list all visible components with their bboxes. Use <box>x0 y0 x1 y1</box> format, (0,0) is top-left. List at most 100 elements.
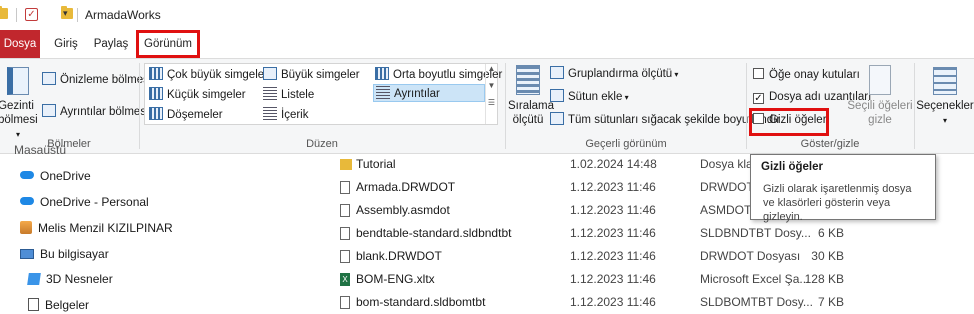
add-column-button[interactable]: Sütun ekle ▾ <box>550 88 629 106</box>
file-date: 1.12.2023 11:46 <box>570 272 656 286</box>
cloud-icon <box>20 171 34 179</box>
nav-item-3d-objects[interactable]: 3D Nesneler <box>27 268 113 290</box>
file-date: 1.12.2023 11:46 <box>570 180 656 194</box>
ribbon: Gezinti bölmesi ▾ Önizleme bölmesi Ayrın… <box>0 58 974 154</box>
extra-large-icons-label: Çok büyük simgeler <box>167 69 268 81</box>
preview-pane-label: Önizleme bölmesi <box>60 74 152 86</box>
window-title: ArmadaWorks <box>85 8 161 22</box>
file-row[interactable]: bendtable-standard.sldbndtbt 1.12.2023 1… <box>336 222 974 245</box>
file-date: 1.02.2024 14:48 <box>570 157 657 171</box>
file-size: 7 KB <box>817 295 844 309</box>
file-date: 1.12.2023 11:46 <box>570 249 656 263</box>
file-row[interactable]: X BOM-ENG.xltx 1.12.2023 11:46 Microsoft… <box>336 268 974 291</box>
computer-icon <box>20 249 34 259</box>
folder-icon <box>340 159 352 170</box>
nav-item-desktop[interactable]: Masaüstü <box>14 144 66 158</box>
tiles-label: Döşemeler <box>167 109 223 121</box>
file-date: 1.12.2023 11:46 <box>570 226 656 240</box>
group-by-button[interactable]: Gruplandırma ölçütü ▾ <box>550 65 678 83</box>
group-separator <box>914 63 915 149</box>
panes-group: Gezinti bölmesi ▾ Önizleme bölmesi Ayrın… <box>0 59 151 153</box>
tiles-option[interactable]: Döşemeler <box>149 106 223 124</box>
properties-icon[interactable]: ✓ <box>25 8 38 21</box>
file-icon <box>340 204 350 217</box>
file-icon <box>340 227 350 240</box>
content-option[interactable]: İçerik <box>263 106 308 124</box>
nav-item-onedrive[interactable]: OneDrive <box>20 165 91 187</box>
scroll-down-icon[interactable]: ▼ <box>486 81 497 90</box>
file-name: bendtable-standard.sldbndtbt <box>356 226 512 240</box>
tab-view[interactable]: Görünüm <box>136 30 200 58</box>
chevron-down-icon: ▾ <box>942 116 947 125</box>
3d-objects-icon <box>27 273 41 285</box>
hide-selected-button[interactable]: Seçili öğeleri gizle <box>847 65 913 127</box>
tab-share[interactable]: Paylaş <box>90 30 132 58</box>
ribbon-tabs: Dosya Giriş Paylaş Görünüm <box>0 30 974 58</box>
file-size: 6 KB <box>817 226 844 240</box>
expand-gallery-icon[interactable]: ☰ <box>486 98 497 107</box>
file-icon <box>340 181 350 194</box>
folder-icon <box>0 6 8 19</box>
hide-selected-icon <box>869 65 891 95</box>
nav-item-user[interactable]: Melis Menzil KIZILPINAR <box>20 217 173 239</box>
sort-by-label: Sıralama ölçütü <box>508 100 555 126</box>
fit-columns-icon <box>550 112 564 125</box>
file-size: 30 KB <box>811 249 844 263</box>
documents-icon <box>28 298 39 311</box>
nav-item-this-pc[interactable]: Bu bilgisayar <box>20 243 109 265</box>
file-date: 1.12.2023 11:46 <box>570 203 656 217</box>
large-icons-option[interactable]: Büyük simgeler <box>263 66 360 84</box>
file-name: Armada.DRWDOT <box>356 180 456 194</box>
details-pane-button[interactable]: Ayrıntılar bölmesi <box>42 103 149 121</box>
sort-by-button[interactable]: Sıralama ölçütü <box>508 65 555 127</box>
hide-selected-label: Seçili öğeleri gizle <box>847 100 913 126</box>
file-row[interactable]: bom-standard.sldbomtbt 1.12.2023 11:46 S… <box>336 291 974 314</box>
medium-icons-option[interactable]: Orta boyutlu simgeler <box>375 66 502 84</box>
current-view-group-label: Geçerli görünüm <box>585 138 667 150</box>
group-by-label: Gruplandırma ölçütü <box>568 68 673 80</box>
quick-access-dropdown-icon[interactable]: ▾ <box>63 8 68 19</box>
separator <box>16 8 17 22</box>
small-icons-label: Küçük simgeler <box>167 89 246 101</box>
options-button[interactable]: Seçenekler ▾ <box>916 67 974 128</box>
options-icon <box>933 67 957 95</box>
nav-item-label: OneDrive <box>40 169 91 183</box>
user-folder-icon <box>20 221 32 234</box>
content-icon <box>263 107 277 120</box>
details-pane-icon <box>42 104 56 117</box>
gallery-scroll[interactable]: ▲ ▼ ☰ <box>485 64 497 124</box>
separator <box>77 8 78 22</box>
large-icons-label: Büyük simgeler <box>281 69 360 81</box>
tiles-icon <box>149 107 163 120</box>
nav-item-documents[interactable]: Belgeler <box>28 294 89 314</box>
options-label: Seçenekler <box>916 100 974 112</box>
add-column-icon <box>550 89 564 102</box>
details-view-option[interactable]: Ayrıntılar <box>373 84 485 102</box>
layout-gallery: Çok büyük simgeler Büyük simgeler Orta b… <box>144 63 502 125</box>
list-option[interactable]: Listele <box>263 86 314 104</box>
nav-item-label: Masaüstü <box>14 144 67 157</box>
small-icons-option[interactable]: Küçük simgeler <box>149 86 246 104</box>
nav-item-onedrive-personal[interactable]: OneDrive - Personal <box>20 191 149 213</box>
navigation-pane-button[interactable]: Gezinti bölmesi ▾ <box>0 67 38 142</box>
tab-home[interactable]: Giriş <box>46 30 86 58</box>
chevron-down-icon: ▾ <box>672 70 679 79</box>
show-hide-group-label: Göster/gizle <box>800 138 860 150</box>
preview-pane-button[interactable]: Önizleme bölmesi <box>42 71 151 89</box>
item-checkboxes-toggle[interactable]: Öğe onay kutuları <box>753 66 860 84</box>
details-pane-label: Ayrıntılar bölmesi <box>60 106 149 118</box>
large-icons-icon <box>263 67 277 80</box>
nav-item-label: Belgeler <box>45 298 90 312</box>
checkbox-checked[interactable]: ✓ <box>753 93 764 104</box>
file-row[interactable]: blank.DRWDOT 1.12.2023 11:46 DRWDOT Dosy… <box>336 245 974 268</box>
nav-item-label: OneDrive - Personal <box>40 195 149 209</box>
small-icons-icon <box>149 87 163 100</box>
file-icon <box>340 296 350 309</box>
scroll-up-icon[interactable]: ▲ <box>486 64 497 73</box>
extra-large-icons-option[interactable]: Çok büyük simgeler <box>149 66 268 84</box>
tab-file[interactable]: Dosya <box>0 30 40 58</box>
details-view-label: Ayrıntılar <box>394 88 440 100</box>
cloud-icon <box>20 197 34 205</box>
nav-item-label: 3D Nesneler <box>46 272 113 286</box>
checkbox-unchecked[interactable] <box>753 68 764 79</box>
